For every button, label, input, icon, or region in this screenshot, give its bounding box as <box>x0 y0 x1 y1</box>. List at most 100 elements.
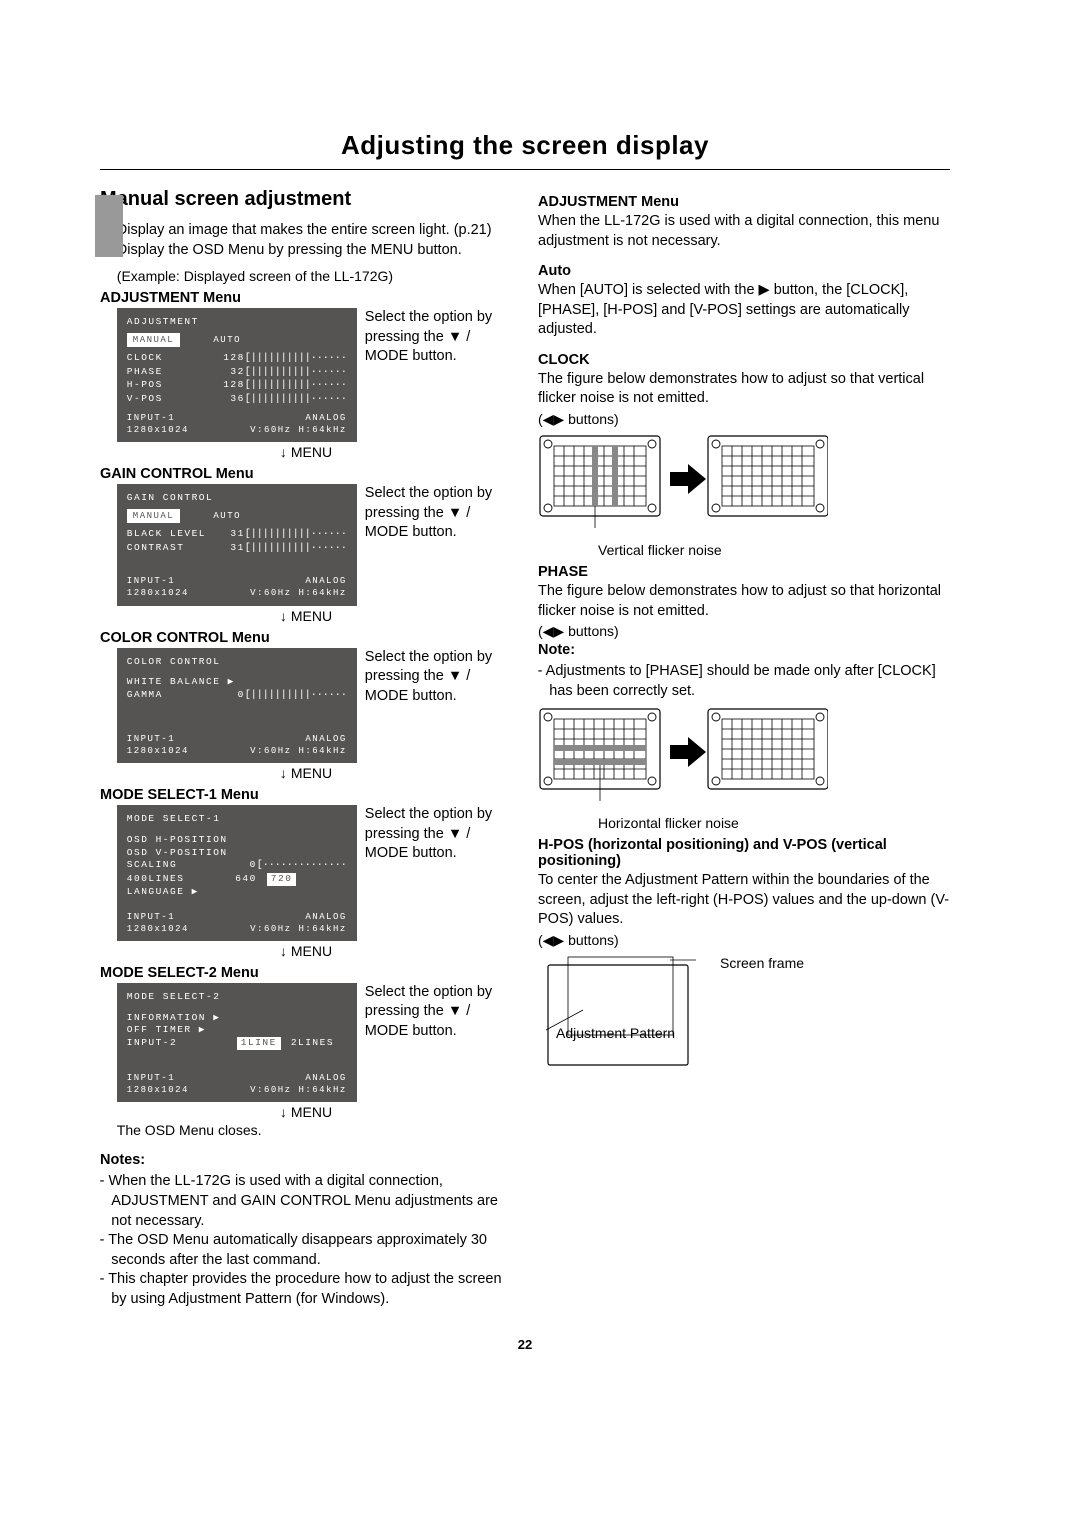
ftr: INPUT-1 <box>127 575 175 587</box>
opt-2lines: 2LINES <box>291 1037 334 1050</box>
mode1-menu-heading: MODE SELECT-1 Menu <box>100 787 512 803</box>
left-column: Manual screen adjustment Display an imag… <box>100 188 512 1313</box>
right-column: ADJUSTMENT Menu When the LL-172G is used… <box>538 188 950 1313</box>
osd-header: MODE SELECT-2 <box>127 991 347 1004</box>
ftr: ANALOG <box>305 911 346 923</box>
example-text: (Example: Displayed screen of the LL-172… <box>117 268 512 284</box>
osd-header: ADJUSTMENT <box>127 316 347 329</box>
ftr: V:60Hz H:64kHz <box>250 923 347 935</box>
osd-header: GAIN CONTROL <box>127 492 347 505</box>
ftr: ANALOG <box>305 412 346 424</box>
bar-icon: [||||||||||·········] <box>245 366 347 380</box>
mode2-menu-heading: MODE SELECT-2 Menu <box>100 965 512 981</box>
osd-adjustment: ADJUSTMENT MANUAL AUTO CLOCK128 [|||||||… <box>117 308 357 442</box>
opt-720: 720 <box>267 873 297 886</box>
adjustment-text: When the LL-172G is used with a digital … <box>538 212 950 251</box>
osd-color: COLOR CONTROL WHITE BALANCE ▶ GAMMA0 [||… <box>117 648 357 763</box>
ftr: ANALOG <box>305 1072 346 1084</box>
title-rule <box>100 169 950 170</box>
row-value: 36 <box>217 393 245 407</box>
row-value: 128 <box>217 352 245 366</box>
bar-icon: [||||||||||·········] <box>245 542 347 556</box>
phase-note-heading: Note: <box>538 642 950 658</box>
arrow-down-icon <box>280 943 291 959</box>
clock-caption: Vertical flicker noise <box>598 542 950 558</box>
ftr: V:60Hz H:64kHz <box>250 587 347 599</box>
arrow-down-icon <box>280 444 291 460</box>
osd-header: MODE SELECT-1 <box>127 813 347 826</box>
osd-side-text: Select the option by pressing the ▼ / MO… <box>365 484 512 605</box>
row-label: INPUT-2 <box>127 1037 217 1050</box>
menu-label: MENU <box>291 943 332 959</box>
ftr: INPUT-1 <box>127 412 175 424</box>
buttons-label: buttons <box>568 411 614 427</box>
ftr: V:60Hz H:64kHz <box>250 424 347 436</box>
menu-label: MENU <box>291 1104 332 1120</box>
clock-heading: CLOCK <box>538 352 950 368</box>
osd-side-text: Select the option by pressing the ▼ / MO… <box>365 983 512 1103</box>
page-title: Adjusting the screen display <box>100 130 950 161</box>
clock-text: The figure below demonstrates how to adj… <box>538 370 950 409</box>
menu-label: MENU <box>291 444 332 460</box>
row-label: OSD V-POSITION <box>127 847 347 860</box>
note-item: When the LL-172G is used with a digital … <box>111 1172 512 1231</box>
clock-figure: Vertical flicker noise <box>538 434 950 558</box>
row-value: 0 <box>217 859 257 873</box>
bar-icon: [||||||||||·········] <box>245 689 347 703</box>
adjustment-heading: ADJUSTMENT Menu <box>538 194 950 210</box>
manual-button: MANUAL <box>127 333 180 347</box>
arrow-down-icon <box>280 608 291 624</box>
notes-heading: Notes: <box>100 1152 512 1168</box>
color-menu-heading: COLOR CONTROL Menu <box>100 630 512 646</box>
osd-gain: GAIN CONTROL MANUAL AUTO BLACK LEVEL31 [… <box>117 484 357 605</box>
osd-side-text: Select the option by pressing the ▼ / MO… <box>365 805 512 941</box>
ftr: 1280x1024 <box>127 923 189 935</box>
row-label: H-POS <box>127 379 217 393</box>
bar-icon: [||||||||||·········] <box>245 379 347 393</box>
buttons-label: buttons <box>568 623 614 639</box>
row-label: CLOCK <box>127 352 217 366</box>
auto-button: AUTO <box>207 333 247 347</box>
row-value: 31 <box>217 528 245 542</box>
white-balance-row: WHITE BALANCE ▶ <box>127 676 347 689</box>
close-text: The OSD Menu closes. <box>117 1122 512 1138</box>
note-item: This chapter provides the procedure how … <box>111 1270 512 1309</box>
ftr: 1280x1024 <box>127 745 189 757</box>
auto-heading: Auto <box>538 263 950 279</box>
auto-button: AUTO <box>207 509 247 523</box>
row-value: 31 <box>217 542 245 556</box>
row-label: PHASE <box>127 366 217 380</box>
language-row: LANGUAGE ▶ <box>127 886 347 899</box>
ftr: V:60Hz H:64kHz <box>250 1084 347 1096</box>
arrow-down-icon <box>280 1104 291 1120</box>
notes-list: When the LL-172G is used with a digital … <box>100 1172 512 1309</box>
arrow-down-icon <box>280 765 291 781</box>
ftr: 1280x1024 <box>127 1084 189 1096</box>
phase-caption: Horizontal flicker noise <box>598 815 950 831</box>
row-label: 400LINES <box>127 873 217 886</box>
osd-header: COLOR CONTROL <box>127 656 347 669</box>
phase-figure: Horizontal flicker noise <box>538 707 950 831</box>
ftr: ANALOG <box>305 575 346 587</box>
buttons-label: buttons <box>568 932 614 948</box>
bar-icon: [·················] <box>257 859 347 873</box>
bar-icon: [||||||||||·········] <box>245 528 347 542</box>
bar-icon: [||||||||||·········] <box>245 393 347 407</box>
step-1: Display an image that makes the entire s… <box>117 221 512 241</box>
gain-menu-heading: GAIN CONTROL Menu <box>100 466 512 482</box>
steps-list: Display an image that makes the entire s… <box>100 221 512 260</box>
ftr: ANALOG <box>305 733 346 745</box>
adjustment-menu-heading: ADJUSTMENT Menu <box>100 290 512 306</box>
note-item: The OSD Menu automatically disappears ap… <box>111 1231 512 1270</box>
information-row: INFORMATION ▶ <box>127 1012 347 1025</box>
phase-heading: PHASE <box>538 564 950 580</box>
section-tab <box>95 195 123 257</box>
osd-side-text: Select the option by pressing the ▼ / MO… <box>365 648 512 763</box>
screen-frame-label: Screen frame <box>720 955 804 971</box>
row-label: V-POS <box>127 393 217 407</box>
row-label: BLACK LEVEL <box>127 528 217 542</box>
hpos-heading: H-POS (horizontal positioning) and V-POS… <box>538 837 950 869</box>
ftr: INPUT-1 <box>127 733 175 745</box>
ftr: INPUT-1 <box>127 911 175 923</box>
osd-mode1: MODE SELECT-1 OSD H-POSITION OSD V-POSIT… <box>117 805 357 941</box>
